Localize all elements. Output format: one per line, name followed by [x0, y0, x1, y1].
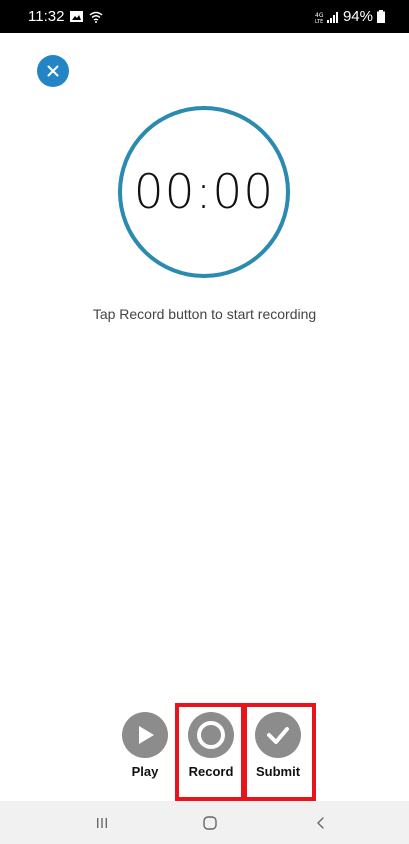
battery-percent: 94% [342, 8, 373, 25]
status-time: 11:32 [28, 8, 65, 25]
play-button[interactable]: Play [115, 712, 175, 779]
recents-button[interactable] [72, 801, 132, 844]
battery-icon [377, 10, 385, 23]
lte-signal-icon: 4G LTE [315, 11, 339, 23]
svg-text:4G: 4G [315, 12, 324, 19]
navigation-bar [0, 801, 409, 844]
recents-icon [97, 817, 107, 828]
play-label: Play [131, 764, 159, 779]
home-icon [203, 815, 217, 830]
close-button[interactable] [37, 55, 69, 87]
status-bar: 11:32 4G LTE 94% [0, 0, 409, 33]
recording-hint: Tap Record button to start recording [92, 306, 317, 322]
wifi-icon [89, 11, 103, 23]
timer-display: 00:00 [133, 164, 275, 220]
record-label: Record [188, 764, 234, 779]
svg-text:LTE: LTE [315, 19, 323, 23]
record-icon [188, 712, 234, 758]
gallery-icon [70, 11, 84, 22]
timer-ring: 00:00 [118, 106, 290, 278]
submit-label: Submit [255, 764, 301, 779]
back-button[interactable] [291, 801, 351, 844]
home-button[interactable] [180, 801, 240, 844]
status-right: 4G LTE 94% [315, 8, 385, 25]
voice-recorder-screen: 11:32 4G LTE 94% 00:00 Tap Record button… [0, 0, 409, 844]
play-icon [122, 712, 168, 758]
status-left: 11:32 [28, 8, 103, 25]
checkmark-icon [255, 712, 301, 758]
close-icon [47, 65, 59, 77]
record-button[interactable]: Record [181, 712, 241, 779]
back-icon [317, 816, 324, 829]
submit-button[interactable]: Submit [248, 712, 308, 779]
